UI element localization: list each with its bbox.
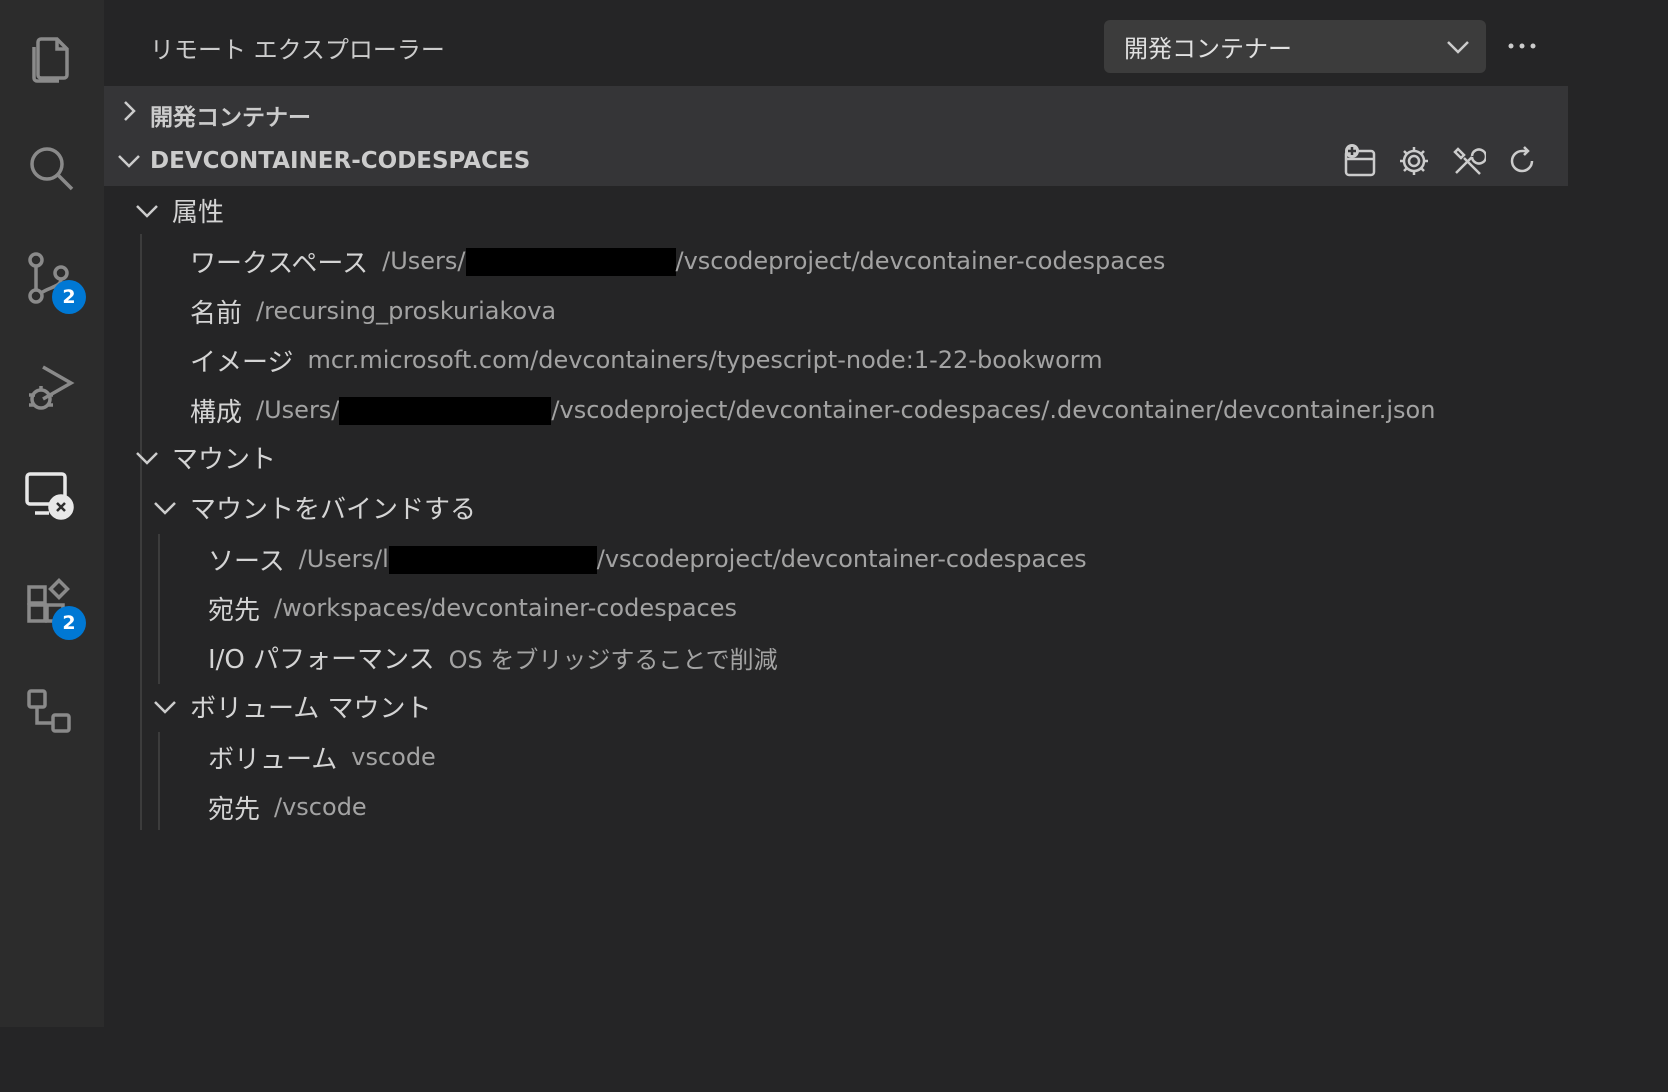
more-actions-button[interactable]	[1504, 30, 1540, 60]
view-title: リモート エクスプローラー	[150, 36, 445, 64]
tree-item-source[interactable]: ソース /Users/l/vscodeproject/devcontainer-…	[208, 539, 1087, 579]
item-value: /Users//vscodeproject/devcontainer-codes…	[256, 395, 1436, 425]
item-key: I/O パフォーマンス	[208, 644, 435, 675]
tree-node-volume-mounts[interactable]: ボリューム マウント	[154, 686, 432, 726]
chevron-down-icon	[134, 198, 160, 231]
chevron-down-icon	[134, 445, 160, 478]
item-value: mcr.microsoft.com/devcontainers/typescri…	[307, 346, 1103, 374]
item-key: 名前	[190, 298, 243, 329]
tree-node-mounts[interactable]: マウント	[136, 437, 277, 477]
ellipsis-icon	[1508, 43, 1536, 49]
containers-icon[interactable]	[20, 682, 80, 742]
section-label: 開発コンテナー	[150, 105, 311, 131]
tree-label: マウント	[172, 444, 277, 475]
dropdown-value: 開発コンテナー	[1124, 35, 1292, 63]
item-key: 宛先	[208, 794, 261, 825]
item-key: 宛先	[208, 595, 261, 626]
item-value: OS をブリッジすることで削減	[448, 645, 778, 674]
remote-type-dropdown[interactable]: 開発コンテナー	[1104, 20, 1486, 73]
section-label: DEVCONTAINER-CODESPACES	[150, 148, 531, 174]
item-value: /Users//vscodeproject/devcontainer-codes…	[382, 246, 1166, 276]
item-key: ソース	[208, 546, 285, 577]
remote-explorer-sidebar: リモート エクスプローラー 開発コンテナー 開発コンテナー DEVCONTAIN…	[104, 0, 1568, 1027]
tree-item-config[interactable]: 構成 /Users//vscodeproject/devcontainer-co…	[190, 390, 1435, 430]
files-icon[interactable]	[20, 30, 80, 90]
tree-item-volume-destination[interactable]: 宛先 /vscode	[208, 787, 367, 827]
chevron-down-icon	[1444, 33, 1472, 67]
gear-icon[interactable]	[1394, 141, 1434, 181]
item-value: /recursing_proskuriakova	[256, 297, 557, 325]
section-devcontainer-codespaces[interactable]: DEVCONTAINER-CODESPACES	[104, 136, 1568, 186]
remote-explorer-icon[interactable]	[20, 466, 80, 526]
source-control-badge: 2	[52, 280, 86, 314]
item-key: イメージ	[190, 347, 294, 378]
run-debug-icon[interactable]	[20, 358, 80, 418]
item-value: vscode	[351, 743, 436, 771]
chevron-right-icon	[116, 98, 142, 130]
item-value: /vscode	[274, 793, 367, 821]
view-titlebar: リモート エクスプローラー 開発コンテナー	[104, 0, 1568, 86]
tools-icon[interactable]	[1448, 141, 1488, 181]
tree-item-bind-destination[interactable]: 宛先 /workspaces/devcontainer-codespaces	[208, 588, 737, 628]
tree-item-workspace[interactable]: ワークスペース /Users//vscodeproject/devcontain…	[190, 241, 1165, 281]
tree-node-bind-mounts[interactable]: マウントをバインドする	[154, 487, 477, 527]
item-key: ボリューム	[208, 744, 338, 775]
item-key: ワークスペース	[190, 248, 369, 279]
chevron-down-icon	[152, 495, 178, 528]
search-icon[interactable]	[20, 138, 80, 198]
tree-item-name[interactable]: 名前 /recursing_proskuriakova	[190, 291, 556, 331]
extensions-badge: 2	[52, 606, 86, 640]
tree-item-io-performance[interactable]: I/O パフォーマンス OS をブリッジすることで削減	[208, 637, 778, 677]
tree-label: マウントをバインドする	[190, 494, 477, 525]
item-value: /workspaces/devcontainer-codespaces	[274, 594, 738, 622]
activity-bar: 2 2	[0, 0, 104, 1027]
new-dev-container-icon[interactable]	[1340, 141, 1380, 181]
tree-item-image[interactable]: イメージ mcr.microsoft.com/devcontainers/typ…	[190, 340, 1103, 380]
tree-label: ボリューム マウント	[190, 693, 432, 724]
indent-guide	[140, 234, 142, 830]
chevron-down-icon	[116, 148, 142, 180]
indent-guide	[158, 534, 160, 684]
tree-node-attributes[interactable]: 属性	[136, 190, 225, 230]
source-control-icon[interactable]: 2	[20, 248, 86, 314]
redaction-block	[388, 545, 597, 574]
refresh-icon[interactable]	[1502, 141, 1542, 181]
extensions-icon[interactable]: 2	[20, 574, 86, 640]
item-key: 構成	[190, 397, 243, 428]
section-dev-containers[interactable]: 開発コンテナー	[104, 86, 1568, 136]
item-value: /Users/l/vscodeproject/devcontainer-code…	[298, 544, 1087, 574]
chevron-down-icon	[152, 694, 178, 727]
tree-label: 属性	[172, 197, 225, 228]
redaction-block	[339, 396, 552, 425]
indent-guide	[158, 732, 160, 830]
tree-item-volume[interactable]: ボリューム vscode	[208, 737, 436, 777]
redaction-block	[465, 247, 676, 276]
